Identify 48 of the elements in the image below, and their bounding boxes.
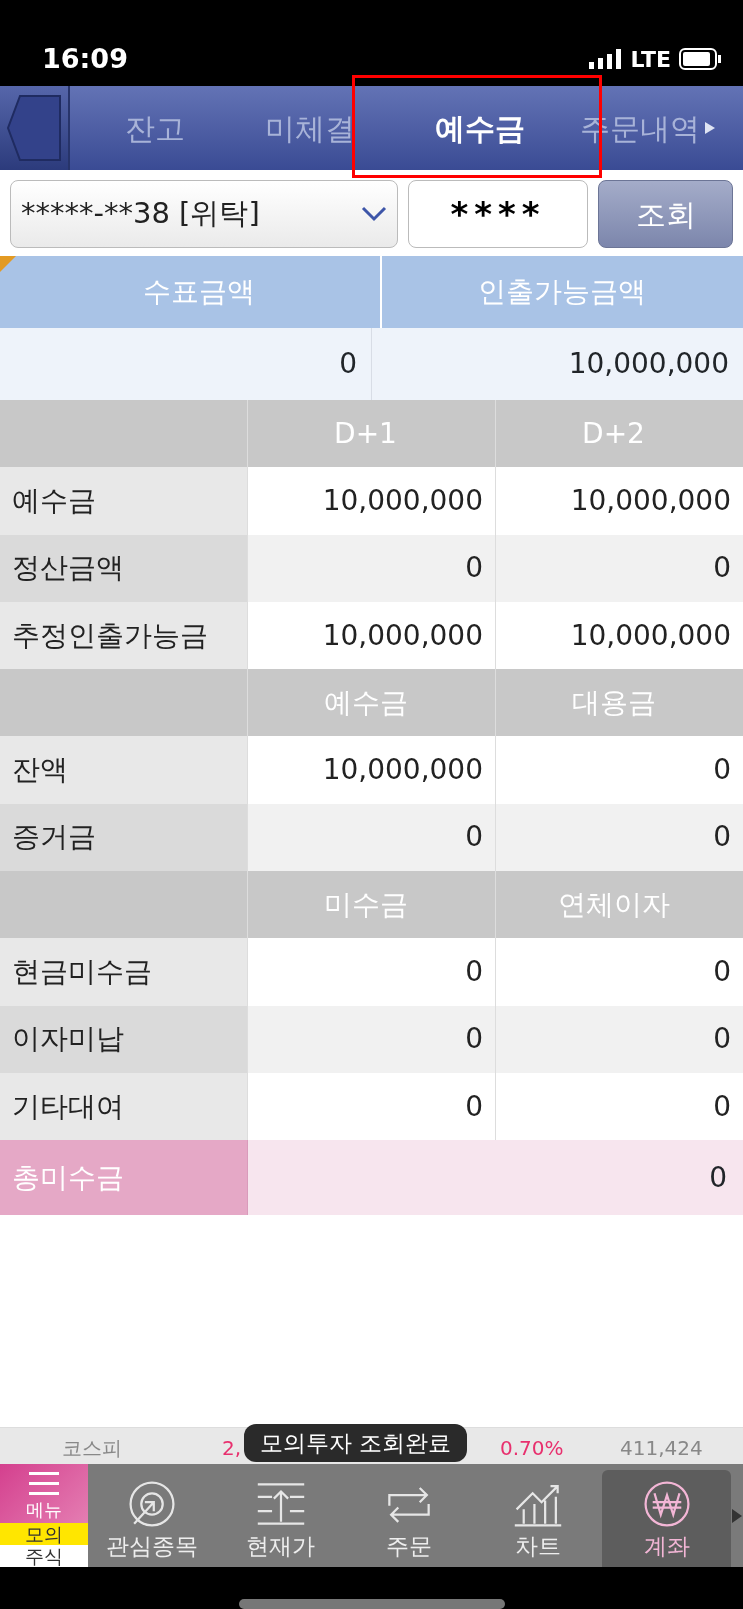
nav-tab[interactable]: 현재가: [216, 1464, 346, 1568]
signal-icon: [588, 49, 623, 69]
tab[interactable]: 예수금: [380, 86, 580, 170]
nav-tab[interactable]: 차트: [473, 1464, 603, 1568]
table-cell: 0: [495, 534, 743, 602]
row-label: 정산금액: [0, 534, 247, 602]
row-label: 기타대여: [0, 1072, 247, 1141]
table-cell-text: 0: [338, 346, 358, 382]
account-select[interactable]: *****-**38 [위탁]: [10, 180, 398, 248]
toast-message: 모의투자 조회완료: [244, 1424, 468, 1463]
nav-tab[interactable]: 관심종목: [88, 1464, 217, 1568]
network-label: LTE: [630, 45, 671, 74]
column-header: 수표금액: [141, 274, 256, 310]
ticker-text: 2,: [222, 1435, 242, 1463]
status-time: 16:09: [42, 41, 128, 76]
ticker-text: 0.70%: [500, 1435, 564, 1463]
search-button[interactable]: 조회: [598, 180, 733, 248]
tab[interactable]: 미체결: [240, 86, 380, 170]
password-field[interactable]: ****: [408, 180, 588, 248]
row-label: 이자미납: [0, 1005, 247, 1073]
nav-tab[interactable]: 주문: [345, 1464, 474, 1568]
table-cell: 0: [247, 803, 495, 872]
ticker-text: 411,424: [620, 1435, 703, 1463]
row-label: 증거금: [0, 803, 247, 872]
table-cell: 0: [247, 534, 495, 602]
row-label: 현금미수금: [0, 938, 247, 1006]
table-cell: 0: [247, 1005, 495, 1073]
battery-icon: [679, 48, 721, 70]
tab[interactable]: 잔고: [70, 86, 240, 170]
table-cell: 0: [495, 803, 743, 872]
menu-icon[interactable]: [29, 1472, 59, 1497]
row-label: 잔액: [0, 736, 247, 804]
table-cell: 0: [247, 1140, 743, 1216]
row-label: 예수금: [0, 467, 247, 535]
right-arrow-icon[interactable]: [704, 121, 716, 135]
mode-badge: 주식: [0, 1545, 88, 1568]
menu-button[interactable]: 메뉴 모의 주식: [0, 1464, 88, 1568]
right-arrow-icon[interactable]: [730, 1507, 743, 1524]
row-label: 추정인출가능금: [0, 601, 247, 670]
nav-tab[interactable]: 계좌: [602, 1470, 731, 1568]
menu-label: 메뉴: [26, 1498, 62, 1523]
ticker-text: 코스피: [62, 1435, 122, 1463]
corner-marker: [0, 256, 16, 272]
mode-badge: 모의: [0, 1523, 88, 1546]
table-cell: 0: [495, 1005, 743, 1073]
row-label: 총미수금: [0, 1140, 247, 1216]
chevron-down-icon[interactable]: [361, 206, 387, 222]
back-button[interactable]: [0, 86, 70, 170]
